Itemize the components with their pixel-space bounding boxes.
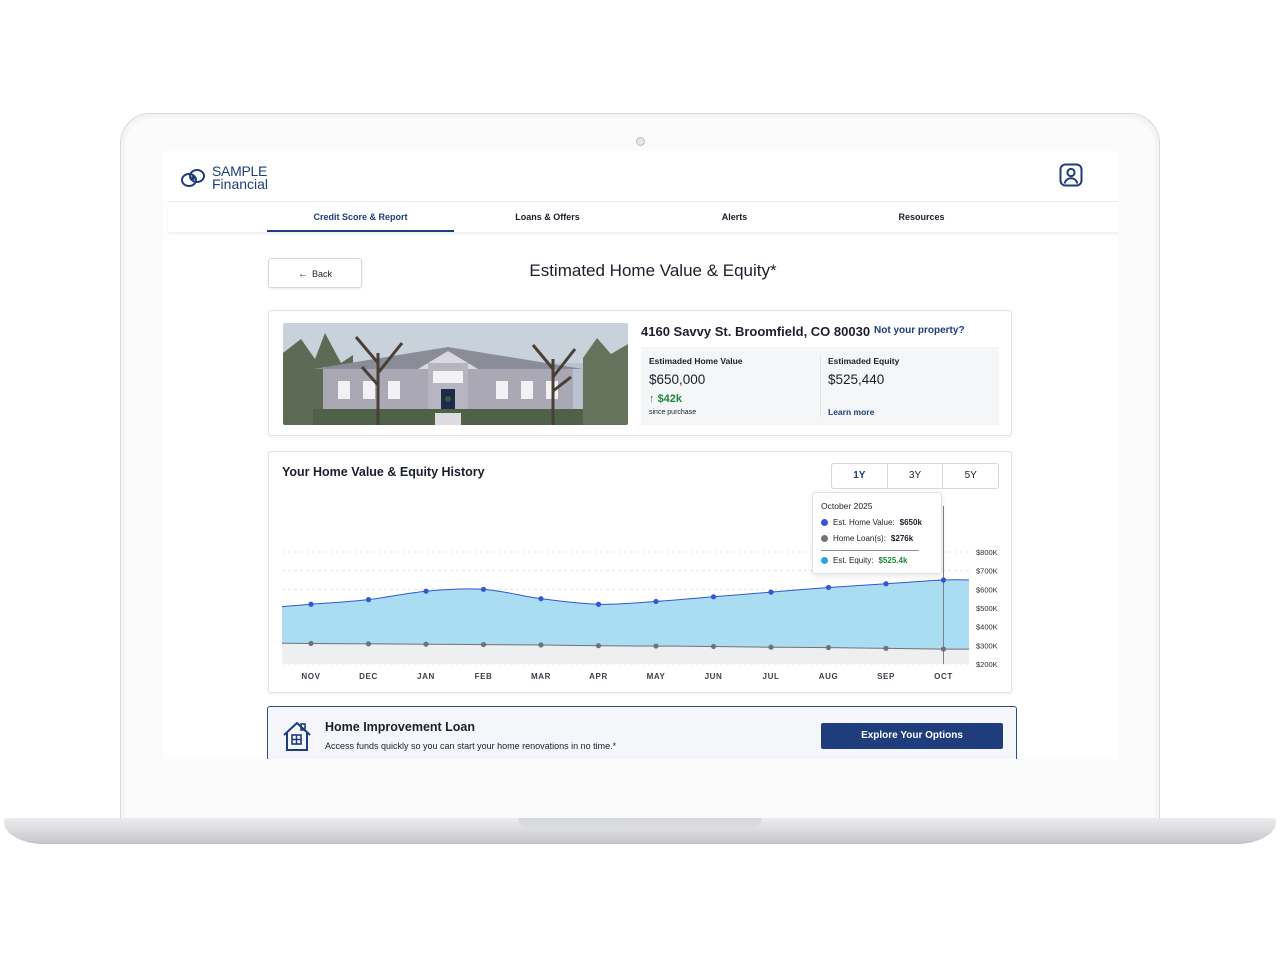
history-card: Your Home Value & Equity History 1Y 3Y 5… <box>268 451 1012 693</box>
promo-title: Home Improvement Loan <box>325 720 476 734</box>
tooltip-equity: Est. Equity: $525.4k <box>821 556 907 565</box>
value-change: ↑ $42k <box>649 393 682 405</box>
house-icon <box>283 721 311 751</box>
value-change-note: since purchase <box>649 409 697 416</box>
y-tick-label: $300K <box>976 641 998 650</box>
sample-financial-logo-icon <box>181 169 205 187</box>
laptop-notch <box>518 818 762 827</box>
home-value-point <box>365 597 372 603</box>
y-tick-label: $700K <box>976 567 998 576</box>
property-stats: Estimaded Home Value $650,000 ↑ $42k sin… <box>641 347 999 425</box>
loan-point <box>365 641 372 647</box>
brand-name: SAMPLE Financial <box>212 164 269 192</box>
promo-text: Access funds quickly so you can start yo… <box>325 741 617 751</box>
tooltip-equity-amount: $525.4k <box>878 556 908 565</box>
x-tick-label: DEC <box>359 672 378 681</box>
home-value-point <box>653 598 659 605</box>
chart-tooltip: October 2025 Est. Home Value: $650k Home… <box>812 492 942 574</box>
x-tick-label: SEP <box>877 672 895 681</box>
property-address: 4160 Savvy St. Broomfield, CO 80030 <box>641 324 871 339</box>
value-change-amount: $42k <box>657 393 683 405</box>
loan-point <box>480 641 487 648</box>
equity-label: Estimaded Equity <box>828 356 900 366</box>
brand-line-2: Financial <box>212 176 269 192</box>
x-tick-label: OCT <box>934 672 953 681</box>
y-tick-label: $400K <box>976 623 998 632</box>
x-tick-label: NOV <box>301 672 320 681</box>
home-value-point <box>825 584 832 591</box>
camera-icon <box>636 137 645 146</box>
y-tick-label: $200K <box>976 660 998 669</box>
y-tick-label: $800K <box>976 548 998 557</box>
loan-point <box>595 643 602 649</box>
x-tick-label: JUL <box>763 672 780 681</box>
loan-point <box>825 644 832 651</box>
home-value-point <box>308 601 314 607</box>
home-value-point <box>710 594 717 600</box>
x-tick-label: JUN <box>705 672 723 681</box>
x-tick-label: APR <box>589 672 608 681</box>
loan-point <box>940 646 947 652</box>
tooltip-home-value: Est. Home Value: $650k <box>821 518 922 527</box>
user-profile-icon[interactable] <box>1059 163 1083 187</box>
y-tick-label: $500K <box>976 604 998 613</box>
home-improvement-banner: Home Improvement Loan Access funds quick… <box>267 706 1017 759</box>
tab-loans-offers[interactable]: Loans & Offers <box>454 202 641 232</box>
tooltip-loan-amount: $276k <box>890 534 914 543</box>
tooltip-home-value-amount: $650k <box>899 518 922 527</box>
tooltip-date: October 2025 <box>821 501 873 511</box>
tab-credit-score-report[interactable]: Credit Score & Report <box>267 202 454 232</box>
tooltip-equity-label: Est. Equity: <box>833 556 874 565</box>
explore-options-button[interactable]: Explore Your Options <box>821 723 1003 749</box>
tooltip-loan-label: Home Loan(s): <box>833 534 886 543</box>
x-tick-label: FEB <box>475 672 493 681</box>
not-your-property-link[interactable]: Not your property? <box>874 325 965 336</box>
x-tick-label: MAY <box>647 672 666 681</box>
arrow-left-icon: ← <box>297 269 308 280</box>
home-value-point <box>768 589 774 595</box>
home-value: $650,000 <box>649 372 706 387</box>
app-screen: SAMPLE Financial Credit Score & Report L… <box>163 151 1118 759</box>
loan-point <box>538 642 544 648</box>
header: SAMPLE Financial <box>163 151 1118 201</box>
home-value-legend-dot <box>821 519 828 526</box>
x-tick-label: AUG <box>819 672 839 681</box>
home-value-point <box>480 586 487 592</box>
home-value-point <box>940 577 947 583</box>
equity-legend-dot <box>821 557 828 564</box>
arrow-up-icon: ↑ <box>649 393 655 405</box>
tooltip-divider <box>821 550 919 551</box>
home-value-point <box>538 596 544 602</box>
back-button[interactable]: ← Back <box>268 258 362 288</box>
home-value-label: Estimaded Home Value <box>649 356 743 366</box>
equity-value: $525,440 <box>828 372 885 387</box>
page-title: Estimated Home Value & Equity* <box>529 261 777 280</box>
house-photo <box>283 323 628 425</box>
back-label: Back <box>311 269 332 279</box>
home-value-point <box>595 601 602 607</box>
stats-divider <box>820 355 821 417</box>
loan-point <box>423 641 429 647</box>
home-value-point <box>423 588 429 594</box>
brand-logo[interactable]: SAMPLE Financial <box>180 164 269 192</box>
main-nav: Credit Score & Report Loans & Offers Ale… <box>168 201 1118 232</box>
x-tick-label: JAN <box>417 672 435 681</box>
tab-alerts[interactable]: Alerts <box>641 202 828 232</box>
x-tick-label: MAR <box>531 672 551 681</box>
loan-point <box>653 643 659 649</box>
y-tick-label: $600K <box>976 585 998 594</box>
learn-more-link[interactable]: Learn more <box>828 407 874 417</box>
tooltip-home-value-label: Est. Home Value: <box>833 518 895 527</box>
loan-point <box>768 644 774 650</box>
home-value-point <box>883 581 889 587</box>
loan-point <box>710 643 717 650</box>
tooltip-loan: Home Loan(s): $276k <box>821 534 913 543</box>
tab-resources[interactable]: Resources <box>828 202 1015 232</box>
property-card: 4160 Savvy St. Broomfield, CO 80030 Not … <box>268 310 1012 436</box>
loan-point <box>883 645 889 651</box>
loan-point <box>308 640 314 647</box>
loan-legend-dot <box>821 535 828 542</box>
